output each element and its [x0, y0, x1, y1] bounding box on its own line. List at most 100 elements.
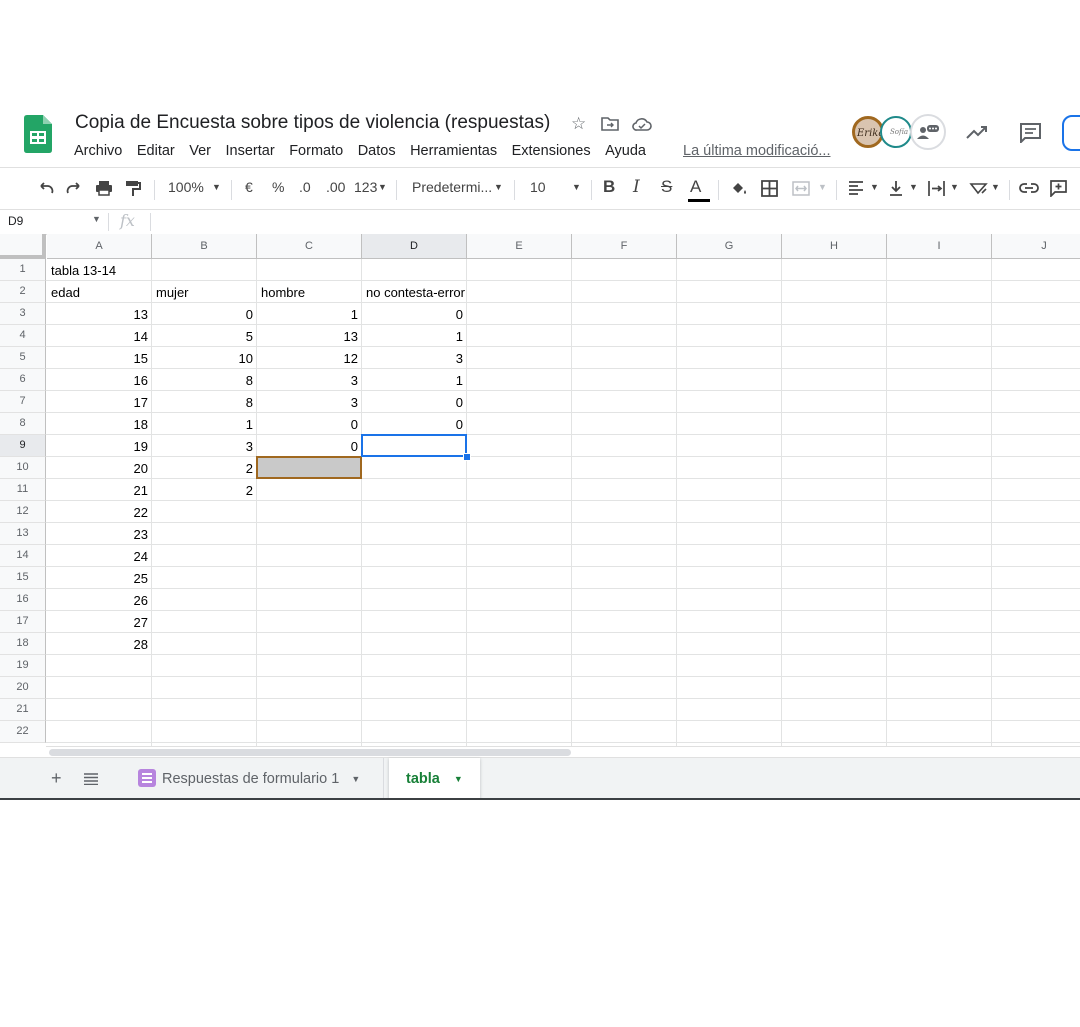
row-header-8[interactable]: 8 [0, 413, 46, 435]
column-header-g[interactable]: G [677, 234, 782, 259]
strikethrough-button[interactable]: S [661, 177, 672, 197]
cell-b9[interactable]: 3 [152, 435, 257, 457]
menu-datos[interactable]: Datos [358, 143, 396, 163]
more-formats-button[interactable]: 123 [354, 179, 377, 195]
zoom-chevron-down-icon[interactable]: ▼ [212, 182, 221, 192]
row-header-6[interactable]: 6 [0, 369, 46, 391]
bold-button[interactable]: B [603, 177, 615, 197]
tab-tabla-chevron-icon[interactable]: ▼ [454, 774, 463, 784]
text-color-button[interactable]: A [690, 177, 701, 197]
insert-link-icon[interactable] [1019, 183, 1039, 193]
trend-activity-icon[interactable] [966, 125, 988, 139]
row-header-5[interactable]: 5 [0, 347, 46, 369]
merge-cells-icon[interactable] [792, 181, 810, 196]
spreadsheet-grid[interactable]: A B C D E F G H I J 1 2 3 4 5 6 7 8 9 10 11 12 13 14 15 16 17 18 19 2… [0, 234, 1080, 746]
cell-c6[interactable]: 3 [257, 369, 362, 391]
row-header-18[interactable]: 18 [0, 633, 46, 655]
zoom-select[interactable]: 100% [168, 179, 204, 195]
column-header-a[interactable]: A [47, 234, 152, 259]
more-formats-chevron-icon[interactable]: ▼ [378, 182, 387, 192]
cell-a17[interactable]: 27 [47, 611, 152, 633]
cell-b7[interactable]: 8 [152, 391, 257, 413]
borders-icon[interactable] [761, 180, 778, 197]
cell-b10[interactable]: 2 [152, 457, 257, 479]
horizontal-align-icon[interactable] [848, 181, 864, 195]
star-icon[interactable]: ☆ [571, 114, 586, 134]
insert-comment-icon[interactable] [1050, 180, 1067, 197]
row-header-14[interactable]: 14 [0, 545, 46, 567]
column-header-h[interactable]: H [782, 234, 887, 259]
valign-chevron-icon[interactable]: ▼ [909, 182, 918, 192]
cell-d6[interactable]: 1 [362, 369, 467, 391]
row-header-4[interactable]: 4 [0, 325, 46, 347]
last-edit-link[interactable]: La última modificació... [683, 143, 830, 159]
tab-respuestas-chevron-icon[interactable]: ▼ [351, 774, 360, 784]
row-header-10[interactable]: 10 [0, 457, 46, 479]
row-header-11[interactable]: 11 [0, 479, 46, 501]
merge-chevron-icon[interactable]: ▼ [818, 182, 827, 192]
cell-c9[interactable]: 0 [257, 435, 362, 457]
column-header-j[interactable]: J [992, 234, 1080, 259]
italic-button[interactable]: I [633, 177, 640, 197]
menu-insertar[interactable]: Insertar [226, 143, 275, 163]
row-header-19[interactable]: 19 [0, 655, 46, 677]
wrap-chevron-icon[interactable]: ▼ [950, 182, 959, 192]
cell-a16[interactable]: 26 [47, 589, 152, 611]
vertical-align-icon[interactable] [889, 180, 903, 197]
cell-c7[interactable]: 3 [257, 391, 362, 413]
row-header-16[interactable]: 16 [0, 589, 46, 611]
doc-title[interactable]: Copia de Encuesta sobre tipos de violenc… [75, 112, 550, 134]
row-header-9[interactable]: 9 [0, 435, 46, 457]
menu-archivo[interactable]: Archivo [74, 143, 122, 163]
cell-d4[interactable]: 1 [362, 325, 467, 347]
cell-d7[interactable]: 0 [362, 391, 467, 413]
cell-c4[interactable]: 13 [257, 325, 362, 347]
row-header-2[interactable]: 2 [0, 281, 46, 303]
column-header-i[interactable]: I [887, 234, 992, 259]
column-header-f[interactable]: F [572, 234, 677, 259]
fill-color-icon[interactable] [730, 180, 748, 197]
cloud-status-icon[interactable] [632, 117, 652, 131]
cell-a6[interactable]: 16 [47, 369, 152, 391]
cell-a12[interactable]: 22 [47, 501, 152, 523]
row-header-22[interactable]: 22 [0, 721, 46, 743]
cell-b6[interactable]: 8 [152, 369, 257, 391]
tab-tabla[interactable]: tabla ▼ [389, 758, 480, 799]
cell-a3[interactable]: 13 [47, 303, 152, 325]
add-sheet-icon[interactable]: + [51, 768, 62, 789]
menu-ver[interactable]: Ver [189, 143, 211, 163]
menu-ayuda[interactable]: Ayuda [605, 143, 646, 163]
undo-icon[interactable] [36, 182, 54, 194]
text-rotation-icon[interactable] [969, 180, 988, 196]
comments-icon[interactable] [1020, 123, 1041, 143]
row-header-15[interactable]: 15 [0, 567, 46, 589]
cell-d5[interactable]: 3 [362, 347, 467, 369]
move-folder-icon[interactable] [601, 116, 619, 131]
percent-format-button[interactable]: % [272, 179, 284, 195]
select-all-corner[interactable] [0, 234, 46, 259]
avatar-sofia[interactable]: Sofía [880, 116, 912, 148]
font-size-chevron-icon[interactable]: ▼ [572, 182, 581, 192]
scrollbar-thumb[interactable] [49, 749, 571, 756]
fill-handle[interactable] [463, 453, 471, 461]
name-box-chevron-icon[interactable]: ▼ [92, 214, 101, 224]
row-header-13[interactable]: 13 [0, 523, 46, 545]
redo-icon[interactable] [66, 182, 84, 194]
row-header-7[interactable]: 7 [0, 391, 46, 413]
cell-c5[interactable]: 12 [257, 347, 362, 369]
cell-a11[interactable]: 21 [47, 479, 152, 501]
font-chevron-down-icon[interactable]: ▼ [494, 182, 503, 192]
increase-decimals-button[interactable]: .00 [326, 179, 345, 195]
sheets-logo-icon[interactable] [24, 115, 52, 153]
cell-a18[interactable]: 28 [47, 633, 152, 655]
decrease-decimals-button[interactable]: .0 [299, 179, 311, 195]
cell-a15[interactable]: 25 [47, 567, 152, 589]
tab-respuestas[interactable]: Respuestas de formulario 1 ▼ [122, 758, 384, 799]
font-family-select[interactable]: Predetermi... [412, 179, 492, 195]
cell-a10[interactable]: 20 [47, 457, 152, 479]
row-header-17[interactable]: 17 [0, 611, 46, 633]
cell-a4[interactable]: 14 [47, 325, 152, 347]
all-sheets-icon[interactable] [84, 773, 98, 785]
cell-b3[interactable]: 0 [152, 303, 257, 325]
text-wrap-icon[interactable] [928, 180, 945, 197]
